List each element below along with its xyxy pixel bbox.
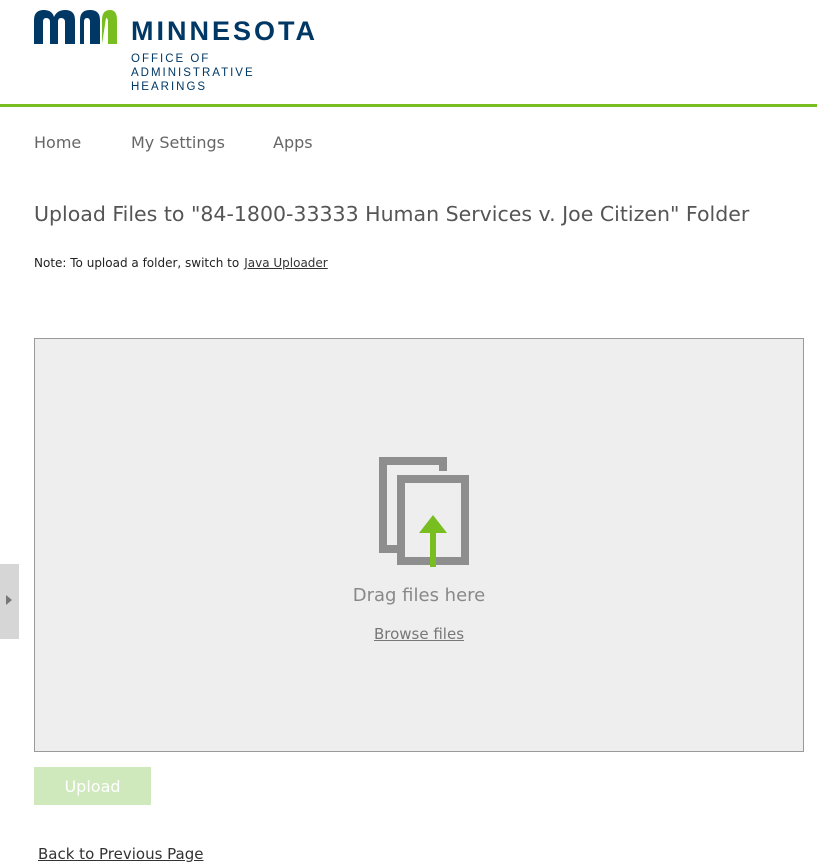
nav-item-home[interactable]: Home — [34, 133, 81, 152]
upload-note: Note: To upload a folder, switch to Java … — [34, 256, 328, 270]
brand-title: MINNESOTA — [131, 16, 318, 46]
back-to-previous-page-link[interactable]: Back to Previous Page — [38, 845, 203, 863]
browse-files-link[interactable]: Browse files — [374, 625, 464, 643]
side-panel-toggle[interactable] — [0, 564, 19, 639]
brand-subtitle-line: HEARINGS — [131, 81, 208, 93]
page-title: Upload Files to "84-1800-33333 Human Ser… — [34, 202, 750, 226]
header-divider — [0, 104, 817, 107]
file-dropzone[interactable]: Drag files here Browse files — [34, 338, 804, 752]
browse-files: Browse files — [35, 625, 803, 643]
drag-files-text: Drag files here — [352, 585, 486, 606]
note-text: Note: To upload a folder, switch to — [34, 256, 240, 270]
upload-button[interactable]: Upload — [34, 767, 151, 805]
files-upload-icon — [379, 457, 469, 567]
brand-subtitle: OFFICE OF ADMINISTRATIVE HEARINGS — [131, 52, 255, 94]
site-header: MINNESOTA OFFICE OF ADMINISTRATIVE HEARI… — [0, 0, 817, 108]
chevron-right-icon — [6, 595, 12, 605]
nav-item-my-settings[interactable]: My Settings — [131, 133, 225, 152]
minnesota-logo-mark-icon — [34, 10, 117, 44]
java-uploader-link[interactable]: Java Uploader — [244, 256, 328, 270]
brand-subtitle-line: OFFICE OF — [131, 53, 211, 65]
brand-subtitle-line: ADMINISTRATIVE — [131, 67, 255, 79]
nav-item-apps[interactable]: Apps — [273, 133, 313, 152]
